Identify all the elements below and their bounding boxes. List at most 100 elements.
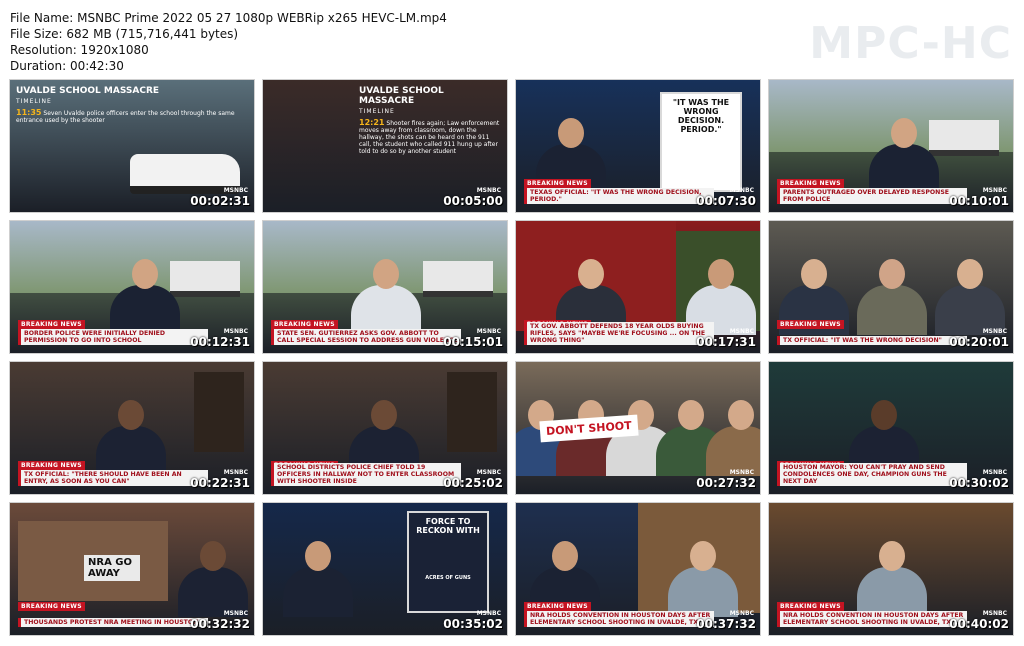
person-figure <box>686 259 756 335</box>
card-subtitle: ACRES OF GUNS <box>425 575 471 581</box>
network-logo: MSNBC <box>476 328 501 335</box>
person-figure <box>96 400 166 476</box>
person-body <box>283 567 353 617</box>
network-logo: MSNBC <box>729 469 754 476</box>
video-thumbnail[interactable]: UVALDE SCHOOL MASSACRE TIMELINE 11:35 Seve… <box>9 79 255 213</box>
video-thumbnail[interactable]: BREAKING NEWS NRA HOLDS CONVENTION IN HOU… <box>515 502 761 636</box>
video-thumbnail[interactable]: NRA GO AWAY BREAKING NEWS THOUSANDS PROTES… <box>9 502 255 636</box>
person-figure <box>530 541 600 617</box>
breaking-news-tag: BREAKING NEWS <box>777 179 844 188</box>
network-logo: MSNBC <box>223 469 248 476</box>
person-body <box>668 567 738 617</box>
person-head <box>558 118 584 148</box>
timeline-graphic: UVALDE SCHOOL MASSACRE TIMELINE 12:21 Shoo… <box>359 86 501 155</box>
timestamp-label: 00:05:00 <box>443 194 503 208</box>
video-thumbnail[interactable]: BREAKING NEWS PARENTS OUTRAGED OVER DELAY… <box>768 79 1014 213</box>
person-body <box>869 144 939 194</box>
breaking-news-tag: BREAKING NEWS <box>524 179 591 188</box>
resolution-line: Resolution: 1920x1080 <box>10 43 149 57</box>
news-caption: STATE SEN. GUTIERREZ ASKS GOV. ABBOTT TO… <box>271 329 461 345</box>
network-logo: MSNBC <box>476 187 501 194</box>
video-thumbnail[interactable]: BREAKING NEWS TX OFFICIAL: "IT WAS THE WR… <box>768 220 1014 354</box>
news-caption: TX OFFICIAL: "THERE SHOULD HAVE BEEN AN … <box>18 470 208 486</box>
thumbnail-scene <box>769 221 1013 353</box>
breaking-news-tag: BREAKING NEWS <box>18 320 85 329</box>
person-head <box>371 400 397 430</box>
video-thumbnail[interactable]: FORCE TO RECKON WITH ACRES OF GUNS MSNBC 00… <box>262 502 508 636</box>
person-head <box>132 259 158 289</box>
person-body <box>351 285 421 335</box>
network-logo: MSNBC <box>476 469 501 476</box>
thumbnail-scene: UVALDE SCHOOL MASSACRE TIMELINE 11:35 Seve… <box>10 80 254 212</box>
person-head <box>690 541 716 571</box>
news-caption: NRA HOLDS CONVENTION IN HOUSTON DAYS AFT… <box>524 611 714 627</box>
person-figure <box>869 118 939 194</box>
video-thumbnail[interactable]: BREAKING NEWS TX OFFICIAL: "THERE SHOULD … <box>9 361 255 495</box>
timeline-title: UVALDE SCHOOL MASSACRE <box>16 86 160 96</box>
timestamp-label: 00:07:30 <box>696 194 756 208</box>
thumbnail-scene: DON'T SHOOT <box>516 362 760 494</box>
timestamp-label: 00:37:32 <box>696 617 756 631</box>
file-size-line: File Size: 682 MB (715,716,441 bytes) <box>10 27 239 41</box>
network-logo: MSNBC <box>223 328 248 335</box>
person-head <box>891 118 917 148</box>
person-body <box>857 285 927 335</box>
person-head <box>708 259 734 289</box>
video-thumbnail[interactable]: "IT WAS THE WRONG DECISION. PERIOD." BREA… <box>515 79 761 213</box>
breaking-news-tag: BREAKING NEWS <box>271 320 338 329</box>
video-thumbnail[interactable]: DON'T SHOOT MSNBC 00:27:32 <box>515 361 761 495</box>
news-caption: TX GOV. ABBOTT DEFENDS 18 YEAR OLDS BUYI… <box>524 322 714 345</box>
timestamp-label: 00:20:01 <box>949 335 1009 349</box>
network-logo: MSNBC <box>982 610 1007 617</box>
thumbnail-scene: FORCE TO RECKON WITH ACRES OF GUNS <box>263 503 507 635</box>
bookshelf <box>447 372 497 452</box>
person-head <box>871 400 897 430</box>
timestamp-label: 00:22:31 <box>190 476 250 490</box>
news-truck <box>423 261 493 297</box>
news-caption: THOUSANDS PROTEST NRA MEETING IN HOUSTON <box>18 618 208 627</box>
person-head <box>373 259 399 289</box>
timeline-time: 11:35 <box>16 108 42 117</box>
person-figure <box>668 541 738 617</box>
person-head <box>879 259 905 289</box>
mpc-hc-logo: MPC-HC <box>809 18 1012 69</box>
video-thumbnail[interactable]: BREAKING NEWS BORDER POLICE WERE INITIALL… <box>9 220 255 354</box>
person-figure <box>178 541 248 617</box>
protest-sign: NRA GO AWAY <box>84 555 140 581</box>
video-thumbnail[interactable]: BREAKING NEWSSCHOOL DISTRICTS POLICE CHI… <box>262 361 508 495</box>
person-figure <box>556 259 626 335</box>
network-logo: MSNBC <box>729 187 754 194</box>
timestamp-label: 00:12:31 <box>190 335 250 349</box>
duration-line: Duration: 00:42:30 <box>10 59 124 73</box>
timeline-entry: 12:21 Shooter fires again; Law enforceme… <box>359 118 501 156</box>
timestamp-label: 00:40:02 <box>949 617 1009 631</box>
person-figure <box>857 541 927 617</box>
news-caption: BORDER POLICE WERE INITIALLY DENIED PERM… <box>18 329 208 345</box>
timeline-entry: 11:35 Seven Uvalde police officers enter… <box>16 108 248 125</box>
news-truck <box>170 261 240 297</box>
person-figure <box>110 259 180 335</box>
network-logo: MSNBC <box>476 610 501 617</box>
network-logo: MSNBC <box>982 187 1007 194</box>
video-thumbnail[interactable]: BREAKING NEWSHOUSTON MAYOR: YOU CAN'T PR… <box>768 361 1014 495</box>
timestamp-label: 00:15:01 <box>443 335 503 349</box>
timeline-subtitle: TIMELINE <box>16 98 52 105</box>
timestamp-label: 00:02:31 <box>190 194 250 208</box>
network-logo: MSNBC <box>223 610 248 617</box>
breaking-news-tag: BREAKING NEWS <box>18 461 85 470</box>
news-truck <box>929 120 999 156</box>
video-thumbnail[interactable]: BREAKING NEWS STATE SEN. GUTIERREZ ASKS G… <box>262 220 508 354</box>
timestamp-label: 00:10:01 <box>949 194 1009 208</box>
timeline-time: 12:21 <box>359 118 385 127</box>
person-head <box>879 541 905 571</box>
person-head <box>200 541 226 571</box>
breaking-news-tag: BREAKING NEWS <box>777 602 844 611</box>
video-thumbnail[interactable]: UVALDE SCHOOL MASSACRE TIMELINE 12:21 Shoo… <box>262 79 508 213</box>
timestamp-label: 00:35:02 <box>443 617 503 631</box>
thumbnail-grid: UVALDE SCHOOL MASSACRE TIMELINE 11:35 Seve… <box>9 79 1014 636</box>
person-figure <box>779 259 849 335</box>
person-body <box>857 567 927 617</box>
card-title: FORCE TO RECKON WITH <box>416 517 480 535</box>
video-thumbnail[interactable]: BREAKING NEWS NRA HOLDS CONVENTION IN HOU… <box>768 502 1014 636</box>
video-thumbnail[interactable]: BREAKING NEWSTX GOV. ABBOTT DEFENDS 18 Y… <box>515 220 761 354</box>
